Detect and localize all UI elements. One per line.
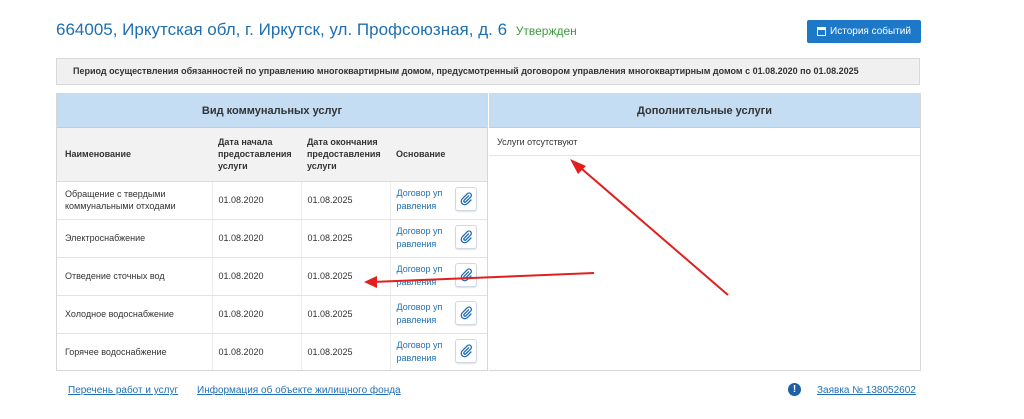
start-date: 01.08.2020: [212, 257, 302, 296]
contract-link[interactable]: Договор уп равления: [397, 263, 455, 289]
basis-cell: Договор уп равления: [390, 181, 487, 220]
end-date: 01.08.2025: [301, 295, 391, 334]
attachment-button[interactable]: [455, 300, 477, 325]
no-services-text: Услуги отсутствуют: [489, 128, 920, 156]
column-header-name: Наименование: [57, 128, 212, 182]
table-row: Холодное водоснабжение 01.08.2020 01.08.…: [57, 295, 487, 334]
attachment-button[interactable]: [455, 186, 477, 211]
table-row: Электроснабжение 01.08.2020 01.08.2025 Д…: [57, 219, 487, 258]
attachment-button[interactable]: [455, 338, 477, 363]
contract-link[interactable]: Договор уп равления: [397, 301, 455, 327]
info-icon: !: [788, 383, 801, 396]
attachment-button[interactable]: [455, 262, 477, 287]
history-button-label: История событий: [830, 26, 911, 37]
start-date: 01.08.2020: [212, 295, 302, 334]
end-date: 01.08.2025: [301, 219, 391, 258]
request-link[interactable]: Заявка № 138052602: [817, 385, 916, 396]
basis-cell: Договор уп равления: [390, 219, 487, 258]
contract-link[interactable]: Договор уп равления: [397, 187, 455, 213]
column-header-start: Дата начала предоставления услуги: [212, 128, 301, 182]
basis-cell: Договор уп равления: [390, 333, 487, 370]
paperclip-icon: [460, 267, 472, 281]
utilities-table: Наименование Дата начала предоставления …: [57, 128, 487, 370]
column-header-end: Дата окончания предоставления услуги: [301, 128, 390, 182]
housing-info-link[interactable]: Информация об объекте жилищного фонда: [197, 385, 401, 396]
additional-services-panel: Дополнительные услуги Услуги отсутствуют: [489, 93, 921, 371]
service-name: Отведение сточных вод: [57, 257, 213, 296]
period-banner: Период осуществления обязанностей по упр…: [56, 58, 920, 85]
address-text: 664005, Иркутская обл, г. Иркутск, ул. П…: [56, 20, 508, 39]
start-date: 01.08.2020: [212, 219, 302, 258]
service-name: Горячее водоснабжение: [57, 333, 213, 370]
utilities-panel-title: Вид коммунальных услуг: [57, 94, 487, 128]
column-header-basis: Основание: [390, 128, 487, 182]
additional-services-title: Дополнительные услуги: [489, 94, 920, 128]
calendar-icon: [817, 27, 827, 36]
service-name: Холодное водоснабжение: [57, 295, 213, 334]
end-date: 01.08.2025: [301, 181, 391, 220]
basis-cell: Договор уп равления: [390, 257, 487, 296]
table-row: Обращение с твердыми коммунальными отход…: [57, 181, 487, 220]
paperclip-icon: [460, 229, 472, 243]
works-list-link[interactable]: Перечень работ и услуг: [68, 385, 178, 396]
paperclip-icon: [460, 343, 472, 357]
service-name: Обращение с твердыми коммунальными отход…: [57, 181, 213, 220]
basis-cell: Договор уп равления: [390, 295, 487, 334]
status-badge: Утвержден: [515, 24, 577, 38]
utilities-panel: Вид коммунальных услуг Наименование Дата…: [56, 93, 488, 371]
contract-link[interactable]: Договор уп равления: [397, 225, 455, 251]
history-button[interactable]: История событий: [807, 20, 921, 43]
table-row: Отведение сточных вод 01.08.2020 01.08.2…: [57, 257, 487, 296]
end-date: 01.08.2025: [301, 257, 391, 296]
start-date: 01.08.2020: [212, 333, 302, 370]
paperclip-icon: [460, 305, 472, 319]
contract-link[interactable]: Договор уп равления: [397, 339, 455, 365]
start-date: 01.08.2020: [212, 181, 302, 220]
attachment-button[interactable]: [455, 224, 477, 249]
service-name: Электроснабжение: [57, 219, 213, 258]
page-title: 664005, Иркутская обл, г. Иркутск, ул. П…: [56, 20, 577, 40]
table-row: Горячее водоснабжение 01.08.2020 01.08.2…: [57, 333, 487, 370]
paperclip-icon: [460, 191, 472, 205]
end-date: 01.08.2025: [301, 333, 391, 370]
